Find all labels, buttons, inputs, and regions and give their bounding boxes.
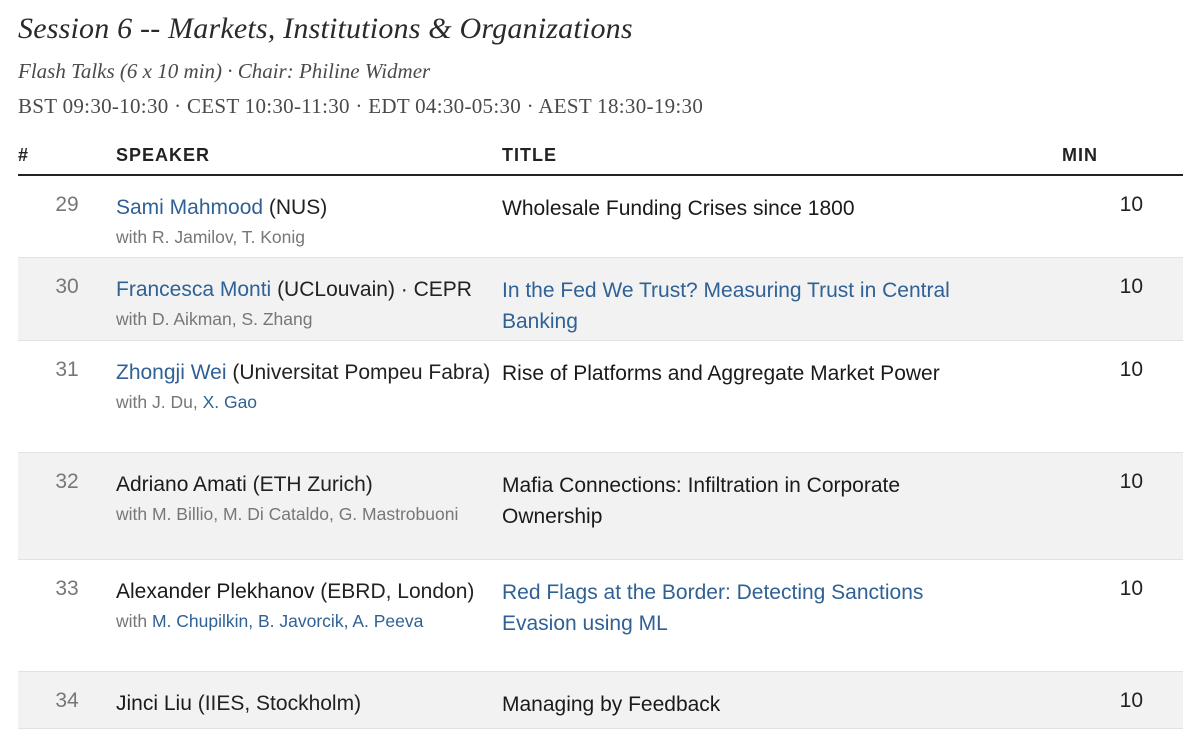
title-cell: Mafia Connections: Infiltration in Corpo… xyxy=(502,452,1062,560)
coauthors-line: with R. Jamilov, T. Konig xyxy=(116,225,502,250)
talk-number: 33 xyxy=(18,559,116,672)
coauthors: R. Jamilov, T. Konig xyxy=(151,227,306,247)
coauthors[interactable]: M. Chupilkin, B. Javorcik, A. Peeva xyxy=(152,611,423,631)
session-times: BST 09:30-10:30 · CEST 10:30-11:30 · EDT… xyxy=(18,94,704,118)
speaker-affiliation: (UCLouvain) · CEPR xyxy=(271,277,472,301)
talk-minutes: 10 xyxy=(1062,452,1183,560)
speaker-affiliation: (IIES, Stockholm) xyxy=(191,691,362,715)
speaker-cell: Adriano Amati (ETH Zurich) with M. Billio… xyxy=(116,452,502,560)
talk-title: Mafia Connections: Infiltration in Corpo… xyxy=(502,473,901,528)
speaker-line: Jinci Liu (IIES, Stockholm) xyxy=(116,689,502,719)
coauthors-prefix: with xyxy=(116,391,152,412)
table-header-row: # SPEAKER TITLE MIN xyxy=(18,136,1183,176)
speaker-line: Alexander Plekhanov (EBRD, London) xyxy=(116,577,502,607)
speaker-cell: Zhongji Wei (Universitat Pompeu Fabra) wi… xyxy=(116,340,502,453)
coauthor-link[interactable]: X. Gao xyxy=(203,392,257,412)
talk-number: 32 xyxy=(18,452,116,560)
speaker-affiliation: (NUS) xyxy=(263,196,328,219)
talk-number: 30 xyxy=(18,257,116,341)
schedule-table: # SPEAKER TITLE MIN 29 Sami Mahmood (NUS)… xyxy=(18,136,1183,729)
speaker-line: Sami Mahmood (NUS) xyxy=(116,193,502,223)
speaker-cell: Francesca Monti (UCLouvain) · CEPR with D… xyxy=(116,257,502,341)
speaker-name: Jinci Liu xyxy=(116,691,192,715)
coauthors: J. Du, xyxy=(151,391,203,412)
session-page: Session 6 -- Markets, Institutions & Org… xyxy=(0,0,1200,741)
speaker-name[interactable]: Zhongji Wei xyxy=(116,361,227,384)
table-row: 29 Sami Mahmood (NUS) with R. Jamilov, T. … xyxy=(18,175,1183,258)
speaker-line: Adriano Amati (ETH Zurich) xyxy=(116,470,502,500)
talk-minutes: 10 xyxy=(1062,340,1183,453)
speaker-name[interactable]: Sami Mahmood xyxy=(116,196,263,219)
speaker-name[interactable]: Francesca Monti xyxy=(116,278,271,301)
coauthors-prefix: with xyxy=(116,308,152,329)
talk-title: Managing by Feedback xyxy=(502,692,721,716)
talk-number: 34 xyxy=(18,671,116,729)
title-cell: Managing by Feedback xyxy=(502,671,1062,729)
table-row: 34 Jinci Liu (IIES, Stockholm) Managing by… xyxy=(18,671,1183,729)
coauthors-prefix: with xyxy=(116,503,152,524)
header-number: # xyxy=(18,136,116,176)
coauthors: M. Billio, M. Di Cataldo, G. Mastrobuoni xyxy=(151,503,459,524)
talk-title[interactable]: In the Fed We Trust? Measuring Trust in … xyxy=(502,275,1062,337)
talk-minutes: 10 xyxy=(1062,175,1183,258)
coauthors-line: with J. Du, X. Gao xyxy=(116,390,502,415)
talk-title: Rise of Platforms and Aggregate Market P… xyxy=(502,361,940,385)
talk-minutes: 10 xyxy=(1062,257,1183,341)
table-row: 32 Adriano Amati (ETH Zurich) with M. Bill… xyxy=(18,452,1183,560)
table-row: 31 Zhongji Wei (Universitat Pompeu Fabra)… xyxy=(18,340,1183,453)
speaker-cell: Jinci Liu (IIES, Stockholm) xyxy=(116,671,502,729)
title-cell: Red Flags at the Border: Detecting Sanct… xyxy=(502,559,1062,672)
talk-minutes: 10 xyxy=(1062,671,1183,729)
coauthors-prefix: with xyxy=(116,227,152,247)
speaker-line: Zhongji Wei (Universitat Pompeu Fabra) xyxy=(116,358,502,388)
speaker-affiliation: (EBRD, London) xyxy=(314,579,475,603)
coauthors-line: with M. Billio, M. Di Cataldo, G. Mastro… xyxy=(116,502,502,527)
speaker-name: Adriano Amati xyxy=(116,472,247,496)
talk-number: 29 xyxy=(18,175,116,258)
speaker-line: Francesca Monti (UCLouvain) · CEPR xyxy=(116,275,502,305)
table-row: 33 Alexander Plekhanov (EBRD, London) with… xyxy=(18,559,1183,672)
talk-title[interactable]: Red Flags at the Border: Detecting Sanct… xyxy=(502,577,1062,639)
table-row: 30 Francesca Monti (UCLouvain) · CEPR with… xyxy=(18,257,1183,341)
speaker-affiliation: (ETH Zurich) xyxy=(246,472,373,496)
coauthors-line: with M. Chupilkin, B. Javorcik, A. Peeva xyxy=(116,609,502,634)
talk-minutes: 10 xyxy=(1062,559,1183,672)
speaker-cell: Alexander Plekhanov (EBRD, London) with M… xyxy=(116,559,502,672)
session-subtitle: Flash Talks (6 x 10 min) · Chair: Philin… xyxy=(18,59,431,83)
speaker-affiliation: (Universitat Pompeu Fabra) xyxy=(226,360,491,384)
header-min: MIN xyxy=(1062,136,1183,176)
coauthors-line: with D. Aikman, S. Zhang xyxy=(116,307,502,332)
title-cell: Wholesale Funding Crises since 1800 xyxy=(502,175,1062,258)
title-cell: In the Fed We Trust? Measuring Trust in … xyxy=(502,257,1062,341)
talk-number: 31 xyxy=(18,340,116,453)
speaker-cell: Sami Mahmood (NUS) with R. Jamilov, T. Ko… xyxy=(116,175,502,258)
session-title: Session 6 -- Markets, Institutions & Org… xyxy=(18,12,633,45)
speaker-name: Alexander Plekhanov xyxy=(116,579,315,603)
title-cell: Rise of Platforms and Aggregate Market P… xyxy=(502,340,1062,453)
header-speaker: SPEAKER xyxy=(116,136,502,176)
coauthors-prefix: with xyxy=(116,610,152,631)
coauthors: D. Aikman, S. Zhang xyxy=(151,308,313,329)
talk-title: Wholesale Funding Crises since 1800 xyxy=(502,197,855,220)
header-title: TITLE xyxy=(502,136,1062,176)
